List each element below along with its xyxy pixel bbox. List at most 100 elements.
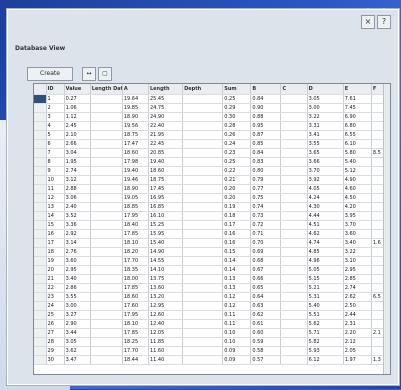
row-selector[interactable] — [34, 193, 47, 203]
table-cell[interactable]: 0.65 — [250, 283, 282, 293]
table-cell[interactable]: 18.35 — [122, 265, 149, 275]
table-row[interactable]: 7 3.04 18.60 20.85 0.23 0.84 3.65 5.80 8.5 — [34, 148, 390, 158]
table-cell[interactable]: 3.36 — [64, 220, 91, 230]
table-cell[interactable]: 3.06 — [64, 193, 91, 203]
table-cell[interactable] — [280, 247, 308, 257]
table-cell[interactable]: 3.66 — [307, 157, 344, 167]
table-cell[interactable]: 14 — [46, 211, 65, 221]
close-button[interactable]: × — [361, 15, 375, 29]
table-cell[interactable] — [90, 310, 123, 320]
table-cell[interactable]: 5.15 — [307, 274, 344, 284]
column-header[interactable]: Sum — [222, 84, 252, 95]
table-cell[interactable] — [90, 256, 123, 266]
table-cell[interactable]: 3.70 — [307, 166, 344, 176]
table-row[interactable]: 23 3.55 18.60 13.20 0.12 0.64 5.31 2.62 6.5 — [34, 292, 390, 302]
table-cell[interactable]: 15.95 — [148, 229, 184, 239]
table-cell[interactable] — [90, 220, 123, 230]
table-cell[interactable]: 2.76 — [64, 247, 91, 257]
row-selector[interactable] — [34, 229, 47, 239]
row-selector[interactable] — [34, 256, 47, 266]
table-row[interactable]: 18 2.76 18.20 14.90 0.15 0.69 4.85 3.22 — [34, 247, 390, 257]
table-cell[interactable] — [182, 220, 224, 230]
table-cell[interactable]: 5.82 — [307, 337, 344, 347]
table-cell[interactable] — [90, 112, 123, 122]
row-selector[interactable] — [34, 283, 47, 293]
table-cell[interactable]: 3.60 — [64, 256, 91, 266]
table-cell[interactable]: 4.50 — [343, 193, 372, 203]
table-cell[interactable]: 0.15 — [222, 247, 252, 257]
table-cell[interactable]: 15.25 — [148, 220, 184, 230]
table-row[interactable]: 20 2.95 18.35 14.10 0.14 0.67 5.05 2.95 — [34, 265, 390, 275]
toolbar-square-button[interactable]: ▢ — [98, 67, 112, 81]
table-cell[interactable] — [280, 112, 308, 122]
table-cell[interactable]: 0.85 — [250, 139, 282, 149]
table-cell[interactable]: 3.70 — [343, 220, 372, 230]
table-cell[interactable] — [182, 166, 224, 176]
table-cell[interactable]: 2.90 — [64, 319, 91, 329]
table-row[interactable]: 30 3.47 18.44 11.40 0.09 0.57 6.12 1.97 1.3 — [34, 355, 390, 365]
table-cell[interactable]: 0.62 — [250, 310, 282, 320]
table-row[interactable]: 16 2.92 17.85 15.95 0.16 0.71 4.62 3.60 — [34, 229, 390, 239]
table-cell[interactable] — [182, 247, 224, 257]
table-cell[interactable]: 17.47 — [122, 139, 149, 149]
table-cell[interactable]: 0.27 — [64, 94, 91, 104]
table-cell[interactable]: 2.10 — [64, 130, 91, 140]
table-cell[interactable]: 2 — [46, 103, 65, 113]
table-cell[interactable]: 0.60 — [250, 328, 282, 338]
table-cell[interactable]: 1.06 — [64, 103, 91, 113]
table-cell[interactable]: 0.14 — [222, 256, 252, 266]
table-cell[interactable]: 25.45 — [148, 94, 184, 104]
table-cell[interactable]: 0.70 — [250, 238, 282, 248]
table-cell[interactable]: 3.12 — [64, 175, 91, 185]
table-cell[interactable]: 0.11 — [222, 319, 252, 329]
table-cell[interactable] — [90, 166, 123, 176]
table-cell[interactable] — [182, 175, 224, 185]
row-selector[interactable] — [34, 211, 47, 221]
table-cell[interactable]: 4.51 — [307, 220, 344, 230]
table-cell[interactable] — [280, 139, 308, 149]
column-header[interactable] — [34, 84, 47, 95]
table-cell[interactable]: 0.90 — [250, 103, 282, 113]
table-cell[interactable]: 12.95 — [148, 301, 184, 311]
table-cell[interactable]: 18 — [46, 247, 65, 257]
table-cell[interactable]: 0.95 — [250, 121, 282, 131]
table-cell[interactable]: 4.90 — [343, 175, 372, 185]
table-row[interactable]: 27 3.44 17.85 12.05 0.10 0.60 5.71 2.20 2.1 — [34, 328, 390, 338]
row-selector[interactable] — [34, 328, 47, 338]
table-cell[interactable] — [182, 139, 224, 149]
toolbar-arrow-button[interactable]: ↔ — [82, 67, 96, 81]
table-cell[interactable] — [182, 274, 224, 284]
table-cell[interactable] — [90, 130, 123, 140]
table-cell[interactable]: 19.05 — [122, 193, 149, 203]
table-cell[interactable]: 7.45 — [343, 103, 372, 113]
table-row[interactable]: 26 2.90 18.10 12.40 0.11 0.61 5.62 2.31 — [34, 319, 390, 329]
table-cell[interactable]: 2.12 — [343, 337, 372, 347]
row-selector[interactable] — [34, 355, 47, 365]
table-cell[interactable] — [182, 130, 224, 140]
table-cell[interactable]: 18.10 — [122, 319, 149, 329]
table-cell[interactable]: 0.79 — [250, 175, 282, 185]
table-cell[interactable] — [90, 283, 123, 293]
table-cell[interactable]: 10 — [46, 175, 65, 185]
table-cell[interactable] — [90, 247, 123, 257]
table-cell[interactable]: 3.14 — [64, 238, 91, 248]
table-cell[interactable] — [182, 301, 224, 311]
table-cell[interactable] — [280, 103, 308, 113]
table-cell[interactable]: 0.23 — [222, 148, 252, 158]
table-cell[interactable]: 4.62 — [307, 229, 344, 239]
table-cell[interactable]: 4.05 — [307, 184, 344, 194]
table-row[interactable]: 17 3.14 18.10 15.40 0.16 0.70 4.74 3.40 1.6 — [34, 238, 390, 248]
table-cell[interactable]: 0.72 — [250, 220, 282, 230]
table-cell[interactable]: 3.05 — [64, 337, 91, 347]
table-cell[interactable]: 2.62 — [343, 292, 372, 302]
table-cell[interactable]: 0.28 — [222, 121, 252, 131]
table-cell[interactable]: 18.90 — [122, 184, 149, 194]
table-cell[interactable]: 0.19 — [222, 202, 252, 212]
table-cell[interactable] — [90, 337, 123, 347]
table-cell[interactable]: 3.05 — [307, 94, 344, 104]
table-cell[interactable]: 17.95 — [122, 310, 149, 320]
table-cell[interactable]: 3.55 — [64, 292, 91, 302]
table-cell[interactable] — [280, 292, 308, 302]
table-cell[interactable] — [90, 157, 123, 167]
table-cell[interactable] — [182, 292, 224, 302]
